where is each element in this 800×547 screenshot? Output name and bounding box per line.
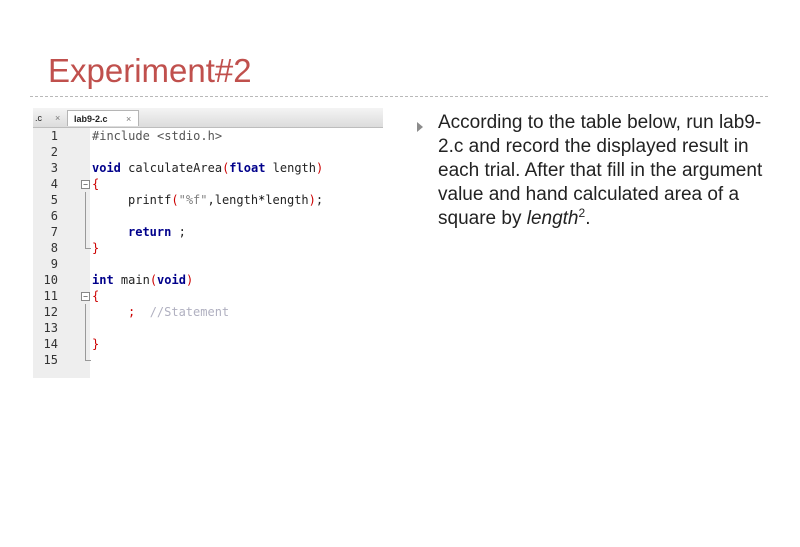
code-area[interactable]: 1 #include <stdio.h> 2 3 void calculateA… (33, 128, 383, 378)
fold-end-guide (85, 240, 91, 249)
code-line: 12 ; //Statement (33, 304, 383, 320)
code-line: 1 #include <stdio.h> (33, 128, 383, 144)
fold-guide (85, 320, 86, 336)
code-line: 2 (33, 144, 383, 160)
line-number: 10 (43, 273, 58, 287)
tab-label: .c (35, 113, 43, 123)
code-line: 5 printf("%f",length*length); (33, 192, 383, 208)
code-line: 11 − { (33, 288, 383, 304)
fold-guide (85, 304, 86, 320)
code-text: return ; (128, 225, 186, 239)
line-number: 13 (43, 321, 58, 335)
title-divider (30, 96, 768, 97)
tab-close-icon[interactable]: × (126, 111, 131, 127)
line-number: 2 (50, 145, 58, 159)
fold-guide (85, 336, 86, 352)
line-number: 14 (43, 337, 58, 351)
fold-guide (85, 208, 86, 224)
instruction-text: According to the table below, run lab9-2… (438, 111, 768, 231)
code-text: { (92, 289, 100, 303)
line-number: 1 (50, 129, 58, 143)
code-line: 14 } (33, 336, 383, 352)
code-line: 10 int main(void) (33, 272, 383, 288)
line-number: 15 (43, 353, 58, 367)
code-text: } (92, 241, 100, 255)
slide-title: Experiment#2 (48, 52, 252, 89)
fold-guide (85, 192, 86, 208)
code-text: printf("%f",length*length); (128, 193, 324, 207)
code-line: 13 (33, 320, 383, 336)
tab-close-icon[interactable]: × (55, 110, 60, 126)
editor-tab-lab9-2[interactable]: lab9-2.c × (67, 110, 139, 126)
fold-guide (85, 224, 86, 240)
instruction-italic: length (526, 208, 579, 229)
line-number: 12 (43, 305, 58, 319)
fold-collapse-icon[interactable]: − (81, 180, 90, 189)
code-text: void calculateArea(float length) (92, 161, 324, 175)
fold-collapse-icon[interactable]: − (81, 292, 90, 301)
line-number: 9 (50, 257, 58, 271)
code-line: 15 (33, 352, 383, 368)
editor-tab-bar: .c × lab9-2.c × (33, 108, 383, 128)
code-text: int main(void) (92, 273, 194, 287)
line-number: 5 (50, 193, 58, 207)
line-number: 7 (50, 225, 58, 239)
line-number: 3 (50, 161, 58, 175)
code-editor: .c × lab9-2.c × 1 #include <stdio.h> 2 3… (33, 108, 383, 378)
instruction-end: . (585, 208, 591, 229)
code-line: 3 void calculateArea(float length) (33, 160, 383, 176)
code-text: { (92, 177, 100, 191)
bullet-arrow-icon (416, 122, 430, 136)
code-text: #include <stdio.h> (92, 129, 223, 143)
code-line: 9 (33, 256, 383, 272)
code-text: } (92, 337, 100, 351)
code-line: 6 (33, 208, 383, 224)
line-number: 4 (50, 177, 58, 191)
code-text: ; //Statement (128, 305, 230, 319)
fold-end-guide (85, 352, 91, 361)
code-line: 4 − { (33, 176, 383, 192)
code-line: 8 } (33, 240, 383, 256)
code-line: 7 return ; (33, 224, 383, 240)
line-number: 11 (43, 289, 58, 303)
tab-label: lab9-2.c (74, 114, 108, 124)
line-number: 6 (50, 209, 58, 223)
instruction-main: According to the table below, run lab9-2… (438, 112, 763, 229)
line-number: 8 (50, 241, 58, 255)
editor-tab-previous[interactable]: .c × (33, 110, 67, 126)
